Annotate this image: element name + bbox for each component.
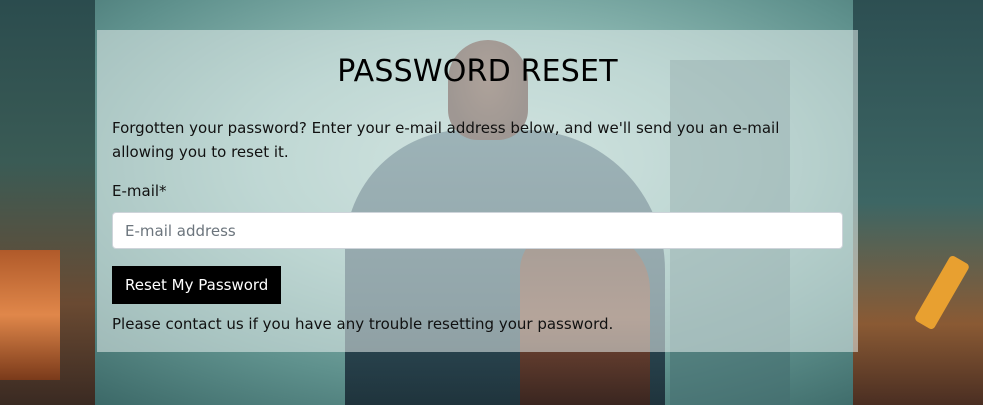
reset-password-button[interactable]: Reset My Password xyxy=(112,266,282,304)
background-building-right xyxy=(853,0,983,405)
password-reset-panel: PASSWORD RESET Forgotten your password? … xyxy=(97,30,858,352)
background-lamp xyxy=(913,254,971,331)
help-note: Please contact us if you have any troubl… xyxy=(112,315,614,333)
background-sign xyxy=(0,250,60,380)
email-label: E-mail* xyxy=(112,182,167,200)
page-title: PASSWORD RESET xyxy=(337,54,618,89)
intro-text: Forgotten your password? Enter your e-ma… xyxy=(112,119,780,161)
background-building-left xyxy=(0,0,95,405)
email-field[interactable] xyxy=(112,212,843,249)
